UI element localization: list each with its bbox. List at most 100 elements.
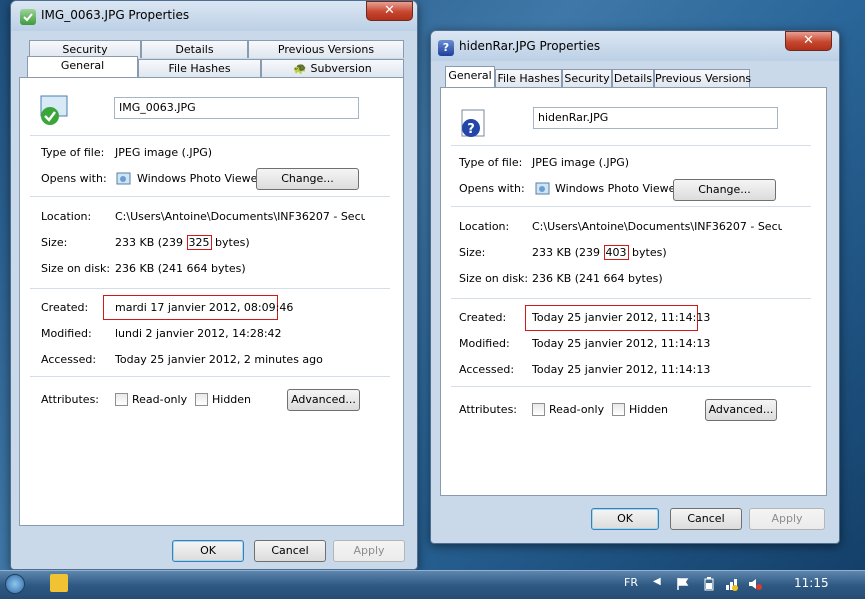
opens-with-value: Windows Photo Viewer bbox=[555, 182, 680, 195]
network-icon[interactable] bbox=[725, 577, 739, 591]
unknown-file-icon: ? bbox=[438, 40, 454, 56]
type-of-file-label: Type of file: bbox=[41, 146, 105, 159]
app-taskbar-icon[interactable] bbox=[50, 574, 68, 592]
advanced-button[interactable]: Advanced... bbox=[705, 399, 777, 421]
size-highlight: 325 bbox=[186, 235, 212, 250]
size-on-disk-value: 236 KB (241 664 bytes) bbox=[115, 262, 246, 275]
turtle-icon: 🐢 bbox=[293, 62, 307, 75]
photo-viewer-icon bbox=[116, 171, 132, 187]
photo-viewer-icon bbox=[535, 181, 551, 197]
type-of-file-value: JPEG image (.JPG) bbox=[532, 156, 630, 169]
close-button[interactable]: ✕ bbox=[785, 31, 832, 51]
tab-file-hashes[interactable]: File Hashes bbox=[495, 69, 562, 87]
size-label: Size: bbox=[41, 236, 68, 249]
modified-label: Modified: bbox=[459, 337, 510, 350]
apply-button[interactable]: Apply bbox=[333, 540, 405, 562]
tab-general[interactable]: General bbox=[445, 66, 495, 87]
hidden-label: Hidden bbox=[212, 393, 252, 406]
size-value: 233 KB (239 403 bytes) bbox=[532, 245, 667, 260]
tab-details[interactable]: Details bbox=[612, 69, 654, 87]
ok-button[interactable]: OK bbox=[172, 540, 244, 562]
unknown-file-large-icon: ? bbox=[458, 108, 490, 140]
ok-button[interactable]: OK bbox=[591, 508, 659, 530]
tab-file-hashes[interactable]: File Hashes bbox=[138, 59, 261, 77]
tab-security[interactable]: Security bbox=[562, 69, 612, 87]
properties-window-img0063: IMG_0063.JPG Properties ✕ Security Detai… bbox=[10, 0, 418, 570]
image-file-icon bbox=[20, 9, 36, 25]
location-label: Location: bbox=[41, 210, 92, 223]
flag-icon[interactable] bbox=[676, 577, 690, 591]
change-button[interactable]: Change... bbox=[673, 179, 776, 201]
created-label: Created: bbox=[459, 311, 507, 324]
language-indicator[interactable]: FR bbox=[624, 576, 638, 589]
readonly-label: Read-only bbox=[132, 393, 188, 406]
created-label: Created: bbox=[41, 301, 89, 314]
size-suffix: bytes) bbox=[211, 236, 250, 249]
modified-value: Today 25 janvier 2012, 11:14:13 bbox=[532, 337, 711, 350]
window-title: IMG_0063.JPG Properties bbox=[41, 8, 190, 22]
tab-previous-versions[interactable]: Previous Versions bbox=[654, 69, 751, 87]
separator bbox=[30, 376, 390, 377]
general-tab-panel: ? hidenRar.JPG Type of file: JPEG image … bbox=[440, 87, 827, 496]
accessed-value: Today 25 janvier 2012, 2 minutes ago bbox=[115, 353, 323, 366]
size-value: 233 KB (239 325 bytes) bbox=[115, 235, 250, 250]
tab-general[interactable]: General bbox=[27, 56, 138, 77]
size-on-disk-label: Size on disk: bbox=[459, 272, 529, 285]
separator bbox=[30, 135, 390, 136]
change-button[interactable]: Change... bbox=[256, 168, 359, 190]
separator bbox=[451, 298, 811, 299]
separator bbox=[451, 145, 811, 146]
size-on-disk-value: 236 KB (241 664 bytes) bbox=[532, 272, 663, 285]
general-tab-panel: IMG_0063.JPG Type of file: JPEG image (.… bbox=[19, 77, 404, 526]
tab-details[interactable]: Details bbox=[141, 40, 248, 58]
hidden-label: Hidden bbox=[629, 403, 669, 416]
accessed-label: Accessed: bbox=[41, 353, 97, 366]
hidden-checkbox[interactable] bbox=[612, 403, 625, 416]
opens-with-value: Windows Photo Viewer bbox=[137, 172, 262, 185]
hidden-checkbox[interactable] bbox=[195, 393, 208, 406]
readonly-checkbox[interactable] bbox=[115, 393, 128, 406]
attributes-label: Attributes: bbox=[41, 393, 100, 406]
accessed-label: Accessed: bbox=[459, 363, 515, 376]
separator bbox=[451, 386, 811, 387]
cancel-button[interactable]: Cancel bbox=[254, 540, 326, 562]
clock[interactable]: 11:15 bbox=[794, 576, 829, 590]
properties-window-hidenrar: ? hidenRar.JPG Properties ✕ General File… bbox=[430, 30, 840, 544]
attributes-label: Attributes: bbox=[459, 403, 518, 416]
created-value: Today 25 janvier 2012, 11:14:13 bbox=[532, 311, 711, 324]
image-file-large-icon bbox=[38, 94, 70, 126]
separator bbox=[30, 288, 390, 289]
readonly-checkbox[interactable] bbox=[532, 403, 545, 416]
location-label: Location: bbox=[459, 220, 510, 233]
tab-previous-versions[interactable]: Previous Versions bbox=[248, 40, 404, 58]
apply-button[interactable]: Apply bbox=[749, 508, 825, 530]
modified-value: lundi 2 janvier 2012, 14:28:42 bbox=[115, 327, 282, 340]
opens-with-label: Opens with: bbox=[459, 182, 525, 195]
window-title: hidenRar.JPG Properties bbox=[459, 39, 601, 53]
show-hidden-icons-icon[interactable]: ◀ bbox=[653, 576, 661, 587]
accessed-value: Today 25 janvier 2012, 11:14:13 bbox=[532, 363, 711, 376]
size-on-disk-label: Size on disk: bbox=[41, 262, 111, 275]
filename-input[interactable]: IMG_0063.JPG bbox=[114, 97, 359, 119]
size-label: Size: bbox=[459, 246, 486, 259]
volume-muted-icon[interactable] bbox=[748, 577, 762, 591]
filename-input[interactable]: hidenRar.JPG bbox=[533, 107, 778, 129]
opens-with-label: Opens with: bbox=[41, 172, 107, 185]
tab-subversion[interactable]: 🐢 Subversion bbox=[261, 59, 404, 77]
size-prefix: 233 KB (239 bbox=[532, 246, 604, 259]
type-of-file-label: Type of file: bbox=[459, 156, 523, 169]
battery-icon[interactable] bbox=[702, 577, 716, 591]
close-button[interactable]: ✕ bbox=[366, 1, 413, 21]
tab-subversion-label: Subversion bbox=[310, 62, 372, 75]
location-value: C:\Users\Antoine\Documents\INF36207 - Se… bbox=[115, 210, 365, 223]
cancel-button[interactable]: Cancel bbox=[670, 508, 742, 530]
type-of-file-value: JPEG image (.JPG) bbox=[115, 146, 213, 159]
start-button-icon[interactable] bbox=[5, 574, 25, 594]
created-value: mardi 17 janvier 2012, 08:09:46 bbox=[115, 301, 294, 314]
advanced-button[interactable]: Advanced... bbox=[287, 389, 360, 411]
size-highlight: 403 bbox=[603, 245, 629, 260]
modified-label: Modified: bbox=[41, 327, 92, 340]
separator bbox=[451, 206, 811, 207]
size-suffix: bytes) bbox=[628, 246, 667, 259]
location-value: C:\Users\Antoine\Documents\INF36207 - Se… bbox=[532, 220, 782, 233]
